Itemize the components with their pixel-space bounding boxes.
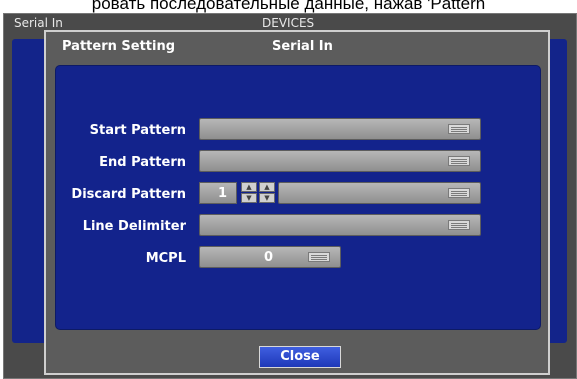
discard-pattern-label: Discard Pattern bbox=[71, 187, 186, 202]
spin-up-icon[interactable]: ▲ bbox=[259, 182, 275, 192]
mcpl-label: MCPL bbox=[145, 251, 186, 266]
keyboard-icon[interactable] bbox=[448, 220, 470, 230]
end-pattern-label: End Pattern bbox=[99, 155, 186, 170]
spin-up-icon[interactable]: ▲ bbox=[241, 182, 257, 192]
devices-window-left-title: Serial In bbox=[14, 16, 63, 30]
close-button[interactable]: Close bbox=[259, 346, 341, 368]
dialog-title: Pattern Setting bbox=[62, 39, 176, 54]
discard-count-value: 1 bbox=[218, 186, 228, 201]
pattern-setting-dialog: Pattern Setting Serial In Start Pattern … bbox=[44, 30, 550, 375]
keyboard-icon[interactable] bbox=[448, 188, 470, 198]
keyboard-icon[interactable] bbox=[308, 252, 330, 262]
spin-down-icon[interactable]: ▼ bbox=[259, 193, 275, 203]
line-delimiter-label: Line Delimiter bbox=[82, 219, 186, 234]
caption-text: ровать последовательные данные, нажав 'P… bbox=[91, 0, 486, 13]
start-pattern-label: Start Pattern bbox=[89, 123, 186, 138]
discard-count-field[interactable]: 1 bbox=[199, 182, 237, 204]
keyboard-icon[interactable] bbox=[448, 156, 470, 166]
discard-pattern-field[interactable] bbox=[278, 182, 481, 204]
spin-down-icon[interactable]: ▼ bbox=[241, 193, 257, 203]
line-delimiter-field[interactable] bbox=[199, 214, 481, 236]
start-pattern-field[interactable] bbox=[199, 118, 481, 140]
mcpl-value: 0 bbox=[264, 250, 274, 265]
devices-window-title: DEVICES bbox=[262, 16, 315, 30]
end-pattern-field[interactable] bbox=[199, 150, 481, 172]
dialog-subtitle: Serial In bbox=[272, 39, 333, 54]
settings-panel: Start Pattern End Pattern Discard Patter… bbox=[55, 65, 541, 330]
keyboard-icon[interactable] bbox=[448, 124, 470, 134]
mcpl-field[interactable]: 0 bbox=[199, 246, 341, 268]
